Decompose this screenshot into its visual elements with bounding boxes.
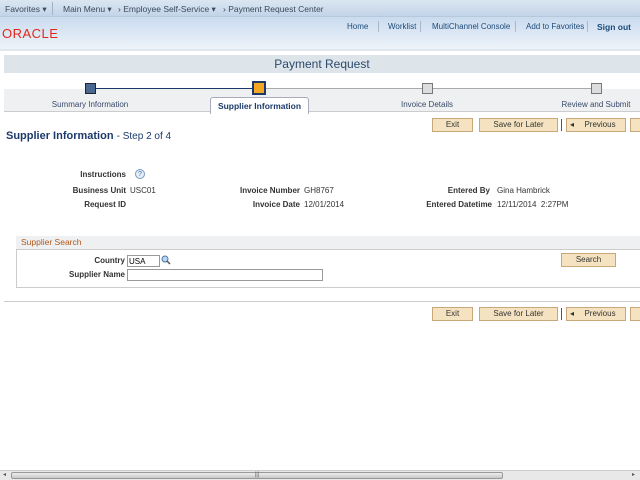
entered-datetime-label: Entered Datetime [426,200,492,209]
next-button-bottom[interactable] [630,307,640,321]
page-title: Payment Request [4,55,640,73]
next-button[interactable] [630,118,640,132]
step-marker-supplier[interactable] [252,81,266,95]
section-heading: Supplier Information - Step 2 of 4 [6,130,171,142]
worklist-link[interactable]: Worklist [388,22,416,31]
step-invoice-details[interactable]: Invoice Details [377,100,477,109]
scroll-thumb[interactable]: ||| [11,472,503,479]
save-for-later-button[interactable]: Save for Later [479,118,558,132]
supplier-name-input[interactable] [127,269,323,281]
favorites-menu[interactable]: Favorites ▾ [5,4,47,15]
multichannel-console-link[interactable]: MultiChannel Console [432,22,510,31]
invoice-number-value: GH8767 [304,186,334,195]
invoice-date-label: Invoice Date [252,200,300,209]
country-input[interactable] [127,255,160,267]
exit-button[interactable]: Exit [432,118,473,132]
breadcrumb-employee-self-service[interactable]: › Employee Self-Service ▾ [118,4,216,15]
horizontal-scrollbar[interactable]: ◂ ||| ▸ [0,470,640,480]
scroll-left-icon[interactable]: ◂ [3,471,6,478]
step-marker-invoice[interactable] [422,83,433,94]
step-review-and-submit[interactable]: Review and Submit [546,100,640,109]
oracle-logo: ORACLE [2,26,59,41]
lookup-icon[interactable] [161,255,171,265]
entered-by-label: Entered By [447,186,490,195]
invoice-date-value: 12/01/2014 [304,200,345,209]
country-label: Country [94,256,125,265]
exit-button-bottom[interactable]: Exit [432,307,473,321]
breadcrumb-payment-request-center[interactable]: › Payment Request Center [223,4,324,14]
step-marker-review[interactable] [591,83,602,94]
add-to-favorites-link[interactable]: Add to Favorites [526,22,584,31]
business-unit-label: Business Unit [72,186,126,195]
instructions-label: Instructions [80,170,126,179]
entered-by-value: Gina Hambrick [497,186,550,195]
divider [561,308,562,320]
divider [420,21,421,32]
request-id-label: Request ID [84,200,126,209]
arrow-left-icon: ◂ [570,309,575,318]
previous-button[interactable]: ◂ Previous [566,118,626,132]
main-menu[interactable]: Main Menu ▾ [63,4,112,15]
business-unit-value: USC01 [130,186,156,195]
save-for-later-button-bottom[interactable]: Save for Later [479,307,558,321]
section-title: Supplier Information [6,130,114,142]
arrow-left-icon: ◂ [570,120,575,129]
supplier-search-header: Supplier Search [16,236,640,250]
step-summary-information[interactable]: Summary Information [40,100,140,109]
divider [561,119,562,131]
divider [587,21,588,32]
divider [52,2,53,15]
divider [4,301,640,302]
divider [515,21,516,32]
search-button[interactable]: Search [561,253,616,267]
previous-label: Previous [584,309,616,318]
help-icon[interactable]: ? [135,169,145,179]
invoice-number-label: Invoice Number [239,186,300,195]
sign-out-link[interactable]: Sign out [597,22,631,32]
step-indicator: - Step 2 of 4 [116,131,172,142]
step-supplier-information[interactable]: Supplier Information [210,97,309,114]
previous-label: Previous [584,120,616,129]
top-nav-bar: Favorites ▾ Main Menu ▾ › Employee Self-… [0,0,640,17]
previous-button-bottom[interactable]: ◂ Previous [566,307,626,321]
home-link[interactable]: Home [347,22,368,31]
entered-datetime-value: 12/11/2014 2:27PM [497,200,569,209]
step-connector [95,88,258,89]
header: Home Worklist MultiChannel Console Add t… [0,17,640,51]
scroll-right-icon[interactable]: ▸ [632,471,635,478]
supplier-name-label: Supplier Name [68,270,125,279]
divider [378,21,379,32]
step-marker-summary[interactable] [85,83,96,94]
